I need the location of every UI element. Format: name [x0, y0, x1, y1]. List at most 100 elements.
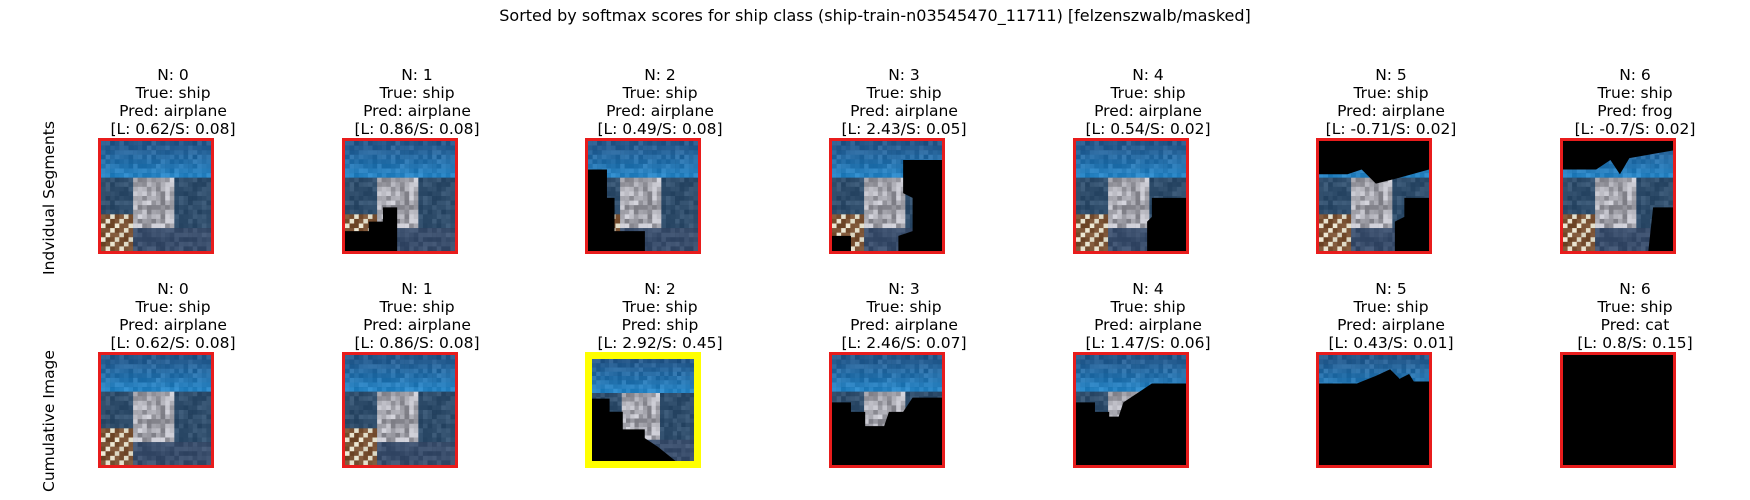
panel-pred-label: Pred: ship: [621, 316, 699, 334]
panel-caption: N: 1 True: ship Pred: airplane [L: 0.86/S: …: [302, 66, 532, 138]
panel-r1-n0: N: 0 True: ship Pred: airplane [L: 0.62/S: …: [98, 280, 248, 352]
panel-true-label: True: ship: [379, 298, 455, 316]
panel-true-label: True: ship: [866, 298, 942, 316]
panel-pred-label: Pred: airplane: [606, 102, 714, 120]
panel-caption: N: 3 True: ship Pred: airplane [L: 2.43/S: …: [789, 66, 1019, 138]
thumbnail: [1073, 138, 1189, 254]
panel-pred-label: Pred: airplane: [119, 102, 227, 120]
segment-mask: [1147, 197, 1186, 251]
panel-caption: N: 6 True: ship Pred: frog [L: -0.7/S: 0.02…: [1520, 66, 1750, 138]
panel-scores-label: [L: 2.92/S: 0.45]: [597, 334, 723, 352]
thumbnail: [829, 138, 945, 254]
panel-r1-n4: N: 4 True: ship Pred: airplane [L: 1.47/S: …: [1073, 280, 1223, 352]
panel-true-label: True: ship: [1597, 298, 1673, 316]
thumbnail: [1560, 138, 1676, 254]
panel-scores-label: [L: 0.62/S: 0.08]: [110, 334, 236, 352]
panel-scores-label: [L: 1.47/S: 0.06]: [1085, 334, 1211, 352]
panel-scores-label: [L: 0.86/S: 0.08]: [354, 334, 480, 352]
panel-r0-n5: N: 5 True: ship Pred: airplane [L: -0.71/S:…: [1316, 66, 1466, 138]
thumbnail-image: [345, 141, 455, 251]
panel-scores-label: [L: 0.49/S: 0.08]: [597, 120, 723, 138]
panel-pred-label: Pred: airplane: [119, 316, 227, 334]
panel-r0-n6: N: 6 True: ship Pred: frog [L: -0.7/S: 0.02…: [1560, 66, 1710, 138]
panel-pred-label: Pred: airplane: [1094, 102, 1202, 120]
panel-r1-n1: N: 1 True: ship Pred: airplane [L: 0.86/S: …: [342, 280, 492, 352]
thumbnail-image: [832, 141, 942, 251]
row-label-cumulative-image: Cumulative Image: [40, 350, 58, 492]
panel-n-label: N: 1: [401, 280, 433, 298]
thumbnail-image: [1076, 141, 1186, 251]
panel-n-label: N: 6: [1619, 280, 1651, 298]
panel-r0-n1: N: 1 True: ship Pred: airplane [L: 0.86/S: …: [342, 66, 492, 138]
panel-pred-label: Pred: airplane: [850, 316, 958, 334]
thumbnail-image: [1563, 141, 1673, 251]
thumbnail-image: [588, 141, 698, 251]
panel-r0-n0: N: 0 True: ship Pred: airplane [L: 0.62/S: …: [98, 66, 248, 138]
panel-true-label: True: ship: [135, 84, 211, 102]
panel-true-label: True: ship: [1110, 84, 1186, 102]
panel-caption: N: 3 True: ship Pred: airplane [L: 2.46/S: …: [789, 280, 1019, 352]
panel-r1-n6: N: 6 True: ship Pred: cat [L: 0.8/S: 0.15]: [1560, 280, 1710, 352]
panel-r0-n3: N: 3 True: ship Pred: airplane [L: 2.43/S: …: [829, 66, 979, 138]
panel-caption: N: 2 True: ship Pred: ship [L: 2.92/S: 0.45…: [545, 280, 775, 352]
panel-caption: N: 4 True: ship Pred: airplane [L: 1.47/S: …: [1033, 280, 1263, 352]
panel-scores-label: [L: 0.86/S: 0.08]: [354, 120, 480, 138]
panel-pred-label: Pred: cat: [1600, 316, 1670, 334]
thumbnail: [829, 352, 945, 468]
panel-n-label: N: 0: [157, 66, 189, 84]
panel-scores-label: [L: 2.43/S: 0.05]: [841, 120, 967, 138]
panel-pred-label: Pred: airplane: [363, 316, 471, 334]
panel-pred-label: Pred: airplane: [363, 102, 471, 120]
thumbnail: [585, 138, 701, 254]
thumbnail: [1316, 352, 1432, 468]
panel-caption: N: 6 True: ship Pred: cat [L: 0.8/S: 0.15]: [1520, 280, 1750, 352]
panel-true-label: True: ship: [622, 84, 698, 102]
panel-n-label: N: 2: [644, 280, 676, 298]
panel-true-label: True: ship: [379, 84, 455, 102]
panel-r1-n3: N: 3 True: ship Pred: airplane [L: 2.46/S: …: [829, 280, 979, 352]
thumbnail-image: [592, 359, 694, 461]
panel-true-label: True: ship: [866, 84, 942, 102]
thumbnail-image: [1319, 141, 1429, 251]
panel-true-label: True: ship: [1353, 84, 1429, 102]
panel-n-label: N: 5: [1375, 280, 1407, 298]
segment-mask: [1563, 355, 1673, 465]
panel-n-label: N: 2: [644, 66, 676, 84]
thumbnail: [1316, 138, 1432, 254]
panel-r0-n4: N: 4 True: ship Pred: airplane [L: 0.54/S: …: [1073, 66, 1223, 138]
thumbnail: [98, 138, 214, 254]
thumbnail-image: [1076, 355, 1186, 465]
panel-scores-label: [L: -0.7/S: 0.02]: [1574, 120, 1696, 138]
figure: Sorted by softmax scores for ship class …: [0, 0, 1750, 500]
panel-caption: N: 1 True: ship Pred: airplane [L: 0.86/S: …: [302, 280, 532, 352]
thumbnail: [342, 138, 458, 254]
panel-n-label: N: 3: [888, 66, 920, 84]
panel-caption: N: 0 True: ship Pred: airplane [L: 0.62/S: …: [58, 66, 288, 138]
segment-mask: [1319, 369, 1429, 465]
panel-r0-n2: N: 2 True: ship Pred: airplane [L: 0.49/S: …: [585, 66, 735, 138]
panel-n-label: N: 0: [157, 280, 189, 298]
thumbnail-image: [101, 141, 211, 251]
thumbnail: [98, 352, 214, 468]
panel-caption: N: 5 True: ship Pred: airplane [L: 0.43/S: …: [1276, 280, 1506, 352]
panel-n-label: N: 6: [1619, 66, 1651, 84]
thumbnail-image: [1563, 355, 1673, 465]
panel-scores-label: [L: 2.46/S: 0.07]: [841, 334, 967, 352]
thumbnail: [1560, 352, 1676, 468]
thumbnail-image: [345, 355, 455, 465]
panel-n-label: N: 3: [888, 280, 920, 298]
panel-n-label: N: 4: [1132, 66, 1164, 84]
panel-caption: N: 5 True: ship Pred: airplane [L: -0.71/S:…: [1276, 66, 1506, 138]
thumbnail: [342, 352, 458, 468]
panel-scores-label: [L: 0.54/S: 0.02]: [1085, 120, 1211, 138]
panel-pred-label: Pred: airplane: [1337, 316, 1445, 334]
figure-title: Sorted by softmax scores for ship class …: [499, 6, 1251, 25]
row-label-individual-segments: Indvidual Segments: [40, 121, 58, 275]
panel-true-label: True: ship: [1110, 298, 1186, 316]
panel-caption: N: 2 True: ship Pred: airplane [L: 0.49/S: …: [545, 66, 775, 138]
thumbnail: [1073, 352, 1189, 468]
thumbnail-image: [1319, 355, 1429, 465]
panel-scores-label: [L: 0.8/S: 0.15]: [1577, 334, 1693, 352]
panel-pred-label: Pred: airplane: [1094, 316, 1202, 334]
panel-scores-label: [L: 0.43/S: 0.01]: [1328, 334, 1454, 352]
